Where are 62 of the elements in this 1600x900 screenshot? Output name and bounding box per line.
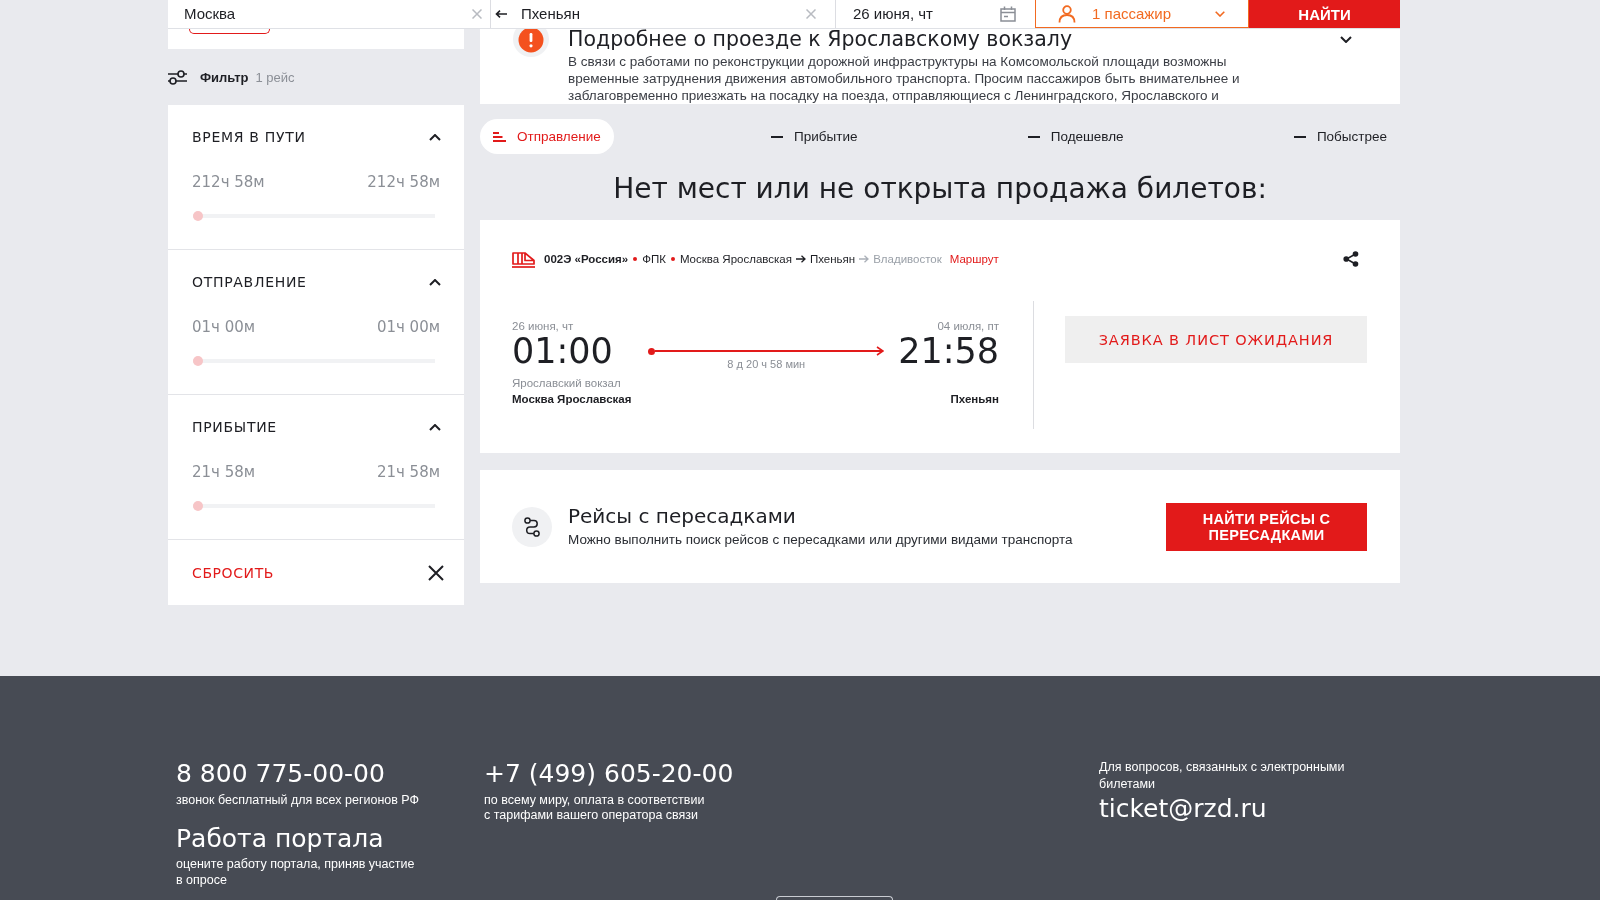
phone-number[interactable]: 8 800 775-00-00: [176, 759, 385, 789]
arrival-station: Пхеньян: [949, 392, 999, 407]
departure-station: Москва Ярославская: [512, 392, 632, 407]
reset-button[interactable]: СБРОСИТЬ: [192, 564, 275, 581]
find-transfers-button[interactable]: НАЙТИ РЕЙСЫ С ПЕРЕСАДКАМИ: [1166, 502, 1367, 551]
slider-track[interactable]: [193, 211, 435, 221]
filter-icon[interactable]: [168, 69, 187, 85]
sort-tab[interactable]: Побыстрее: [1280, 119, 1400, 154]
slider-track[interactable]: [193, 501, 435, 511]
departure-date: 26 июня, чт: [512, 319, 575, 333]
range-max-value: 21ч 58м: [376, 463, 440, 481]
range-min-value: 212ч 58м: [192, 173, 265, 191]
arrival-time: 21:58: [898, 333, 999, 369]
range-min-value: 01ч 00м: [192, 318, 256, 336]
station-name: Москва Ярославская: [679, 253, 792, 265]
search-button[interactable]: НАЙТИ: [1249, 0, 1400, 28]
travel-duration: 8 д 20 ч 58 мин: [727, 357, 806, 371]
slider-track[interactable]: [193, 356, 435, 366]
left-arrow-icon[interactable]: [495, 10, 507, 18]
notice-title[interactable]: Подробнее о проезде к Ярославскому вокзалу: [568, 29, 1340, 49]
results-heading: Нет мест или не открыта продажа билетов:: [612, 172, 1268, 206]
arrival-date: 04 июля, пт: [936, 319, 999, 333]
dash-icon: [1293, 135, 1306, 138]
sort-icon: [493, 131, 506, 142]
train-number: 002Э «Россия»: [544, 253, 629, 265]
caret-icon[interactable]: [1215, 10, 1225, 17]
filter-label[interactable]: Фильтр: [200, 69, 249, 85]
dash-icon: [771, 135, 784, 138]
train-icon: [512, 250, 536, 268]
departure-time: 01:00: [512, 333, 614, 369]
contact-note: оцените работу портала, приняв участие в опросе: [176, 856, 416, 888]
close-icon[interactable]: [428, 564, 444, 581]
share-icon[interactable]: [1343, 251, 1359, 267]
sort-tab[interactable]: Отправление: [480, 119, 614, 154]
range-max-value: 212ч 58м: [367, 173, 440, 191]
station-note: Ярославский вокзал: [512, 376, 622, 391]
station-name: Пхеньян: [809, 253, 856, 265]
contact-note: по всему миру, оплата в соответствии с тарифами вашего оператора связи: [484, 793, 706, 823]
feedback-link[interactable]: Работа портала: [176, 824, 384, 854]
waitlist-button[interactable]: ЗАЯВКА В ЛИСТ ОЖИДАНИЯ: [1065, 316, 1367, 363]
chevron-down-icon[interactable]: [1340, 36, 1352, 43]
sort-tab[interactable]: Подешевле: [1014, 119, 1137, 154]
sort-tab[interactable]: Прибытие: [758, 119, 871, 154]
range-max-value: 01ч 00м: [376, 318, 440, 336]
route-icon: [512, 506, 552, 547]
result-count: 1 рейс: [255, 69, 295, 85]
dash-icon: [1027, 135, 1040, 138]
route-link[interactable]: Маршрут: [949, 253, 999, 265]
separator-dot-icon: [633, 257, 638, 261]
email-link[interactable]: ticket@rzd.ru: [1099, 794, 1267, 824]
transfers-title: Рейсы с пересадками: [568, 504, 797, 528]
carrier-name: ФПК: [642, 253, 666, 265]
contact-note: Для вопросов, связанных с электронными билетами: [1099, 759, 1346, 792]
contact-note: звонок бесплатный для всех регионов РФ: [176, 793, 420, 808]
calendar-icon[interactable]: [1000, 6, 1016, 22]
notice-text: В связи с работами по реконструкции дорожной инфраструктуры на Комсомольской площади возможны временные затруднения движения автомобильного транспорта. Просим пассажиров быть внимательнее и заблаговременно приезжать на посадку на поезда, отправляющиеся с Ленинградского, Ярославского и: [568, 53, 1241, 104]
station-name: Владивосток: [873, 253, 942, 265]
separator-dot-icon: [670, 257, 675, 261]
range-min-value: 21ч 58м: [192, 463, 256, 481]
person-icon: [1058, 4, 1076, 23]
phone-number[interactable]: +7 (499) 605-20-00: [484, 759, 734, 789]
transfers-text: Можно выполнить поиск рейсов с пересадками или другими видами транспорта: [568, 531, 1073, 549]
